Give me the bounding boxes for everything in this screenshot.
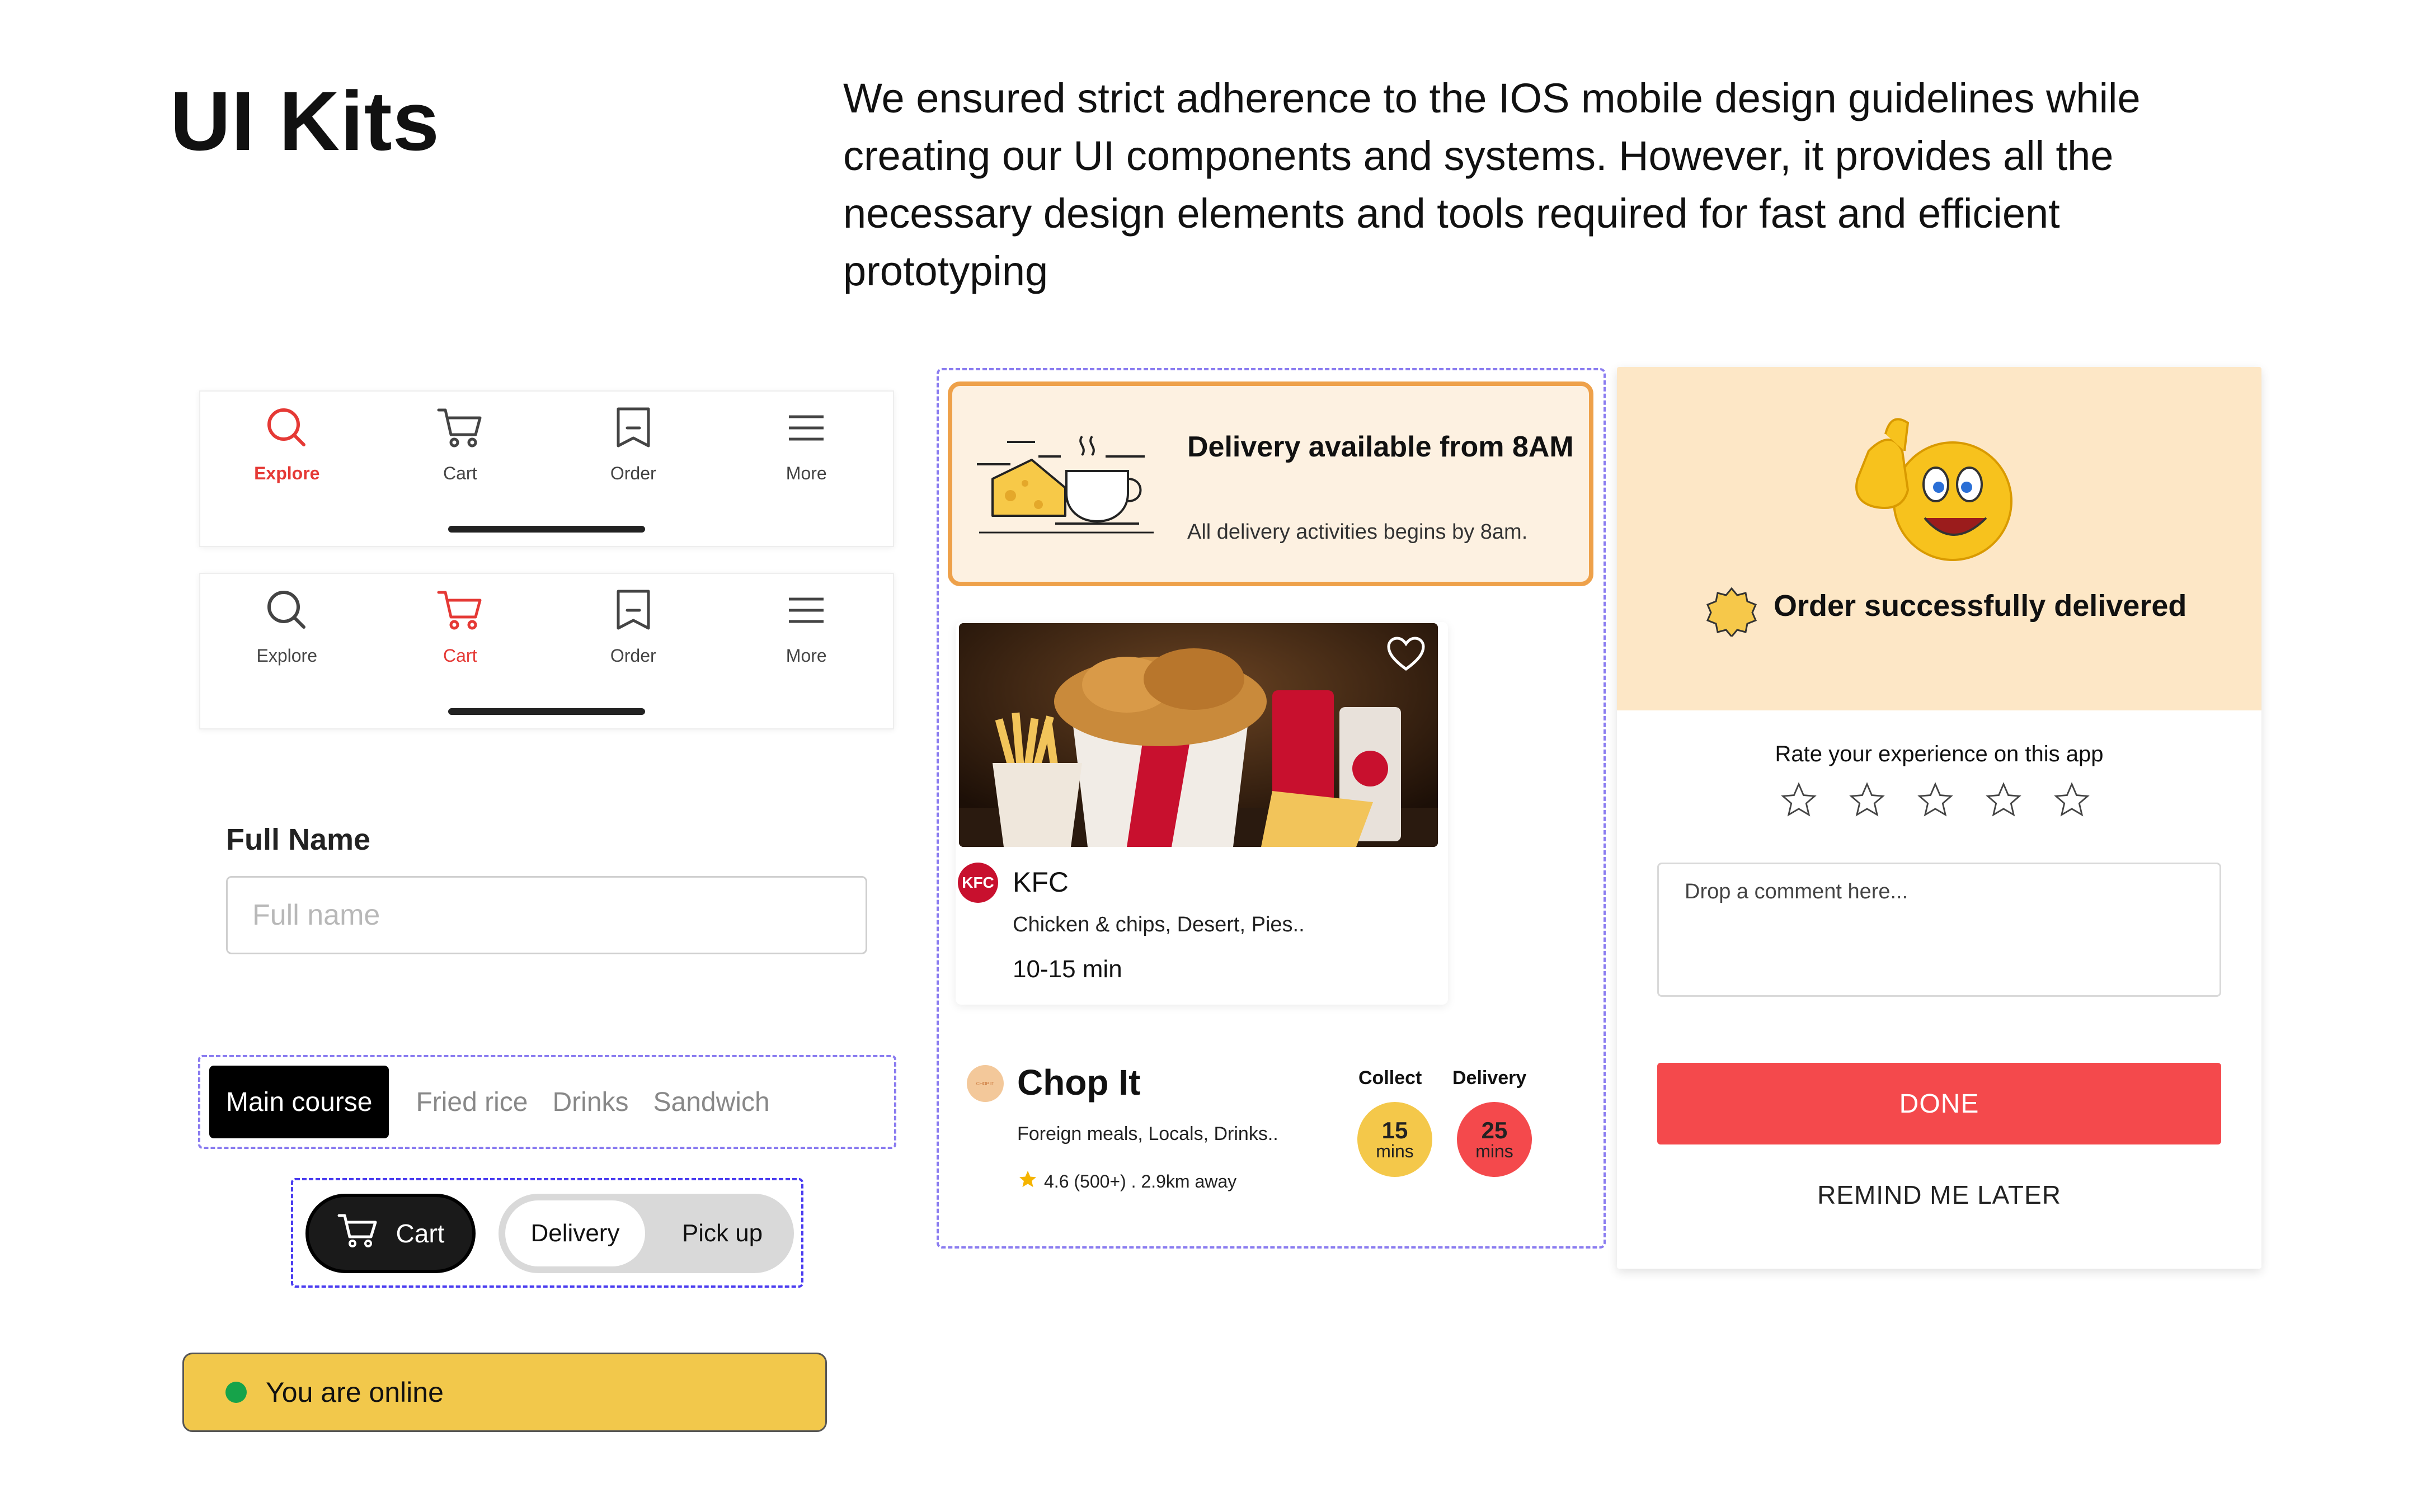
restaurant-card-kfc[interactable]: KFC KFC Chicken & chips, Desert, Pies.. … (956, 622, 1448, 1005)
tab-order[interactable]: Order (547, 574, 720, 697)
restaurant-row-chop-it[interactable]: CHOP IT Chop It Foreign meals, Locals, D… (967, 1052, 1537, 1219)
tab-explore[interactable]: Explore (200, 574, 374, 697)
cart-icon (337, 1212, 379, 1255)
online-status-banner: You are online (182, 1353, 827, 1432)
star-icon[interactable] (1779, 781, 1818, 822)
order-icon (608, 585, 659, 635)
tab-label: More (786, 463, 827, 483)
rating-card-title: Order successfully delivered (1774, 589, 2187, 623)
search-icon (262, 403, 312, 453)
toggle-delivery[interactable]: Delivery (505, 1200, 645, 1266)
tab-cart[interactable]: Cart (374, 574, 547, 697)
menu-icon (781, 403, 831, 453)
home-indicator (448, 708, 645, 715)
toggle-pickup[interactable]: Pick up (659, 1200, 786, 1266)
star-rating (1779, 781, 2091, 822)
cart-button-label: Cart (396, 1219, 445, 1248)
menu-icon (781, 585, 831, 635)
rating-card-banner: Order successfully delivered (1617, 367, 2261, 710)
delivery-notice-subtitle: All delivery activities begins by 8am. (1187, 520, 1528, 544)
online-status-text: You are online (266, 1377, 444, 1408)
tab-label: More (786, 646, 827, 666)
category-chips: Main course Fried rice Drinks Sandwich (198, 1055, 896, 1149)
chip-fried-rice[interactable]: Fried rice (416, 1066, 528, 1138)
star-icon[interactable] (1847, 781, 1887, 822)
page-description: We ensured strict adherence to the IOS m… (843, 75, 2141, 294)
tab-more[interactable]: More (720, 574, 894, 697)
tab-label: Cart (443, 646, 477, 666)
cart-icon (435, 403, 485, 453)
coffee-cheese-icon (977, 434, 1162, 538)
tab-cart[interactable]: Cart (374, 392, 547, 515)
remind-me-later-button[interactable]: REMIND ME LATER (1657, 1172, 2221, 1217)
chip-sandwich[interactable]: Sandwich (653, 1066, 770, 1138)
done-button[interactable]: DONE (1657, 1063, 2221, 1144)
home-indicator (448, 526, 645, 533)
cart-button[interactable]: Cart (305, 1194, 476, 1273)
tab-more[interactable]: More (720, 392, 894, 515)
bottom-tabbar-explore-active: Explore Cart Order More (199, 390, 894, 547)
tab-explore[interactable]: Explore (200, 392, 374, 515)
delivery-time-badge: 25 mins (1457, 1102, 1532, 1177)
delivery-pickup-toggle: Delivery Pick up (499, 1194, 794, 1273)
online-dot-icon (225, 1382, 247, 1403)
page-title: UI Kits (170, 74, 440, 168)
cart-delivery-group: Cart Delivery Pick up (291, 1178, 803, 1288)
restaurant-tags: Foreign meals, Locals, Drinks.. (1017, 1123, 1278, 1144)
restaurant-name: KFC (1013, 866, 1069, 898)
tab-label: Explore (254, 463, 320, 483)
thumbs-up-emoji-icon (1852, 412, 2020, 571)
kfc-logo: KFC (958, 863, 998, 903)
tab-label: Explore (256, 646, 318, 666)
success-badge-icon (1706, 586, 1757, 639)
tab-order[interactable]: Order (547, 392, 720, 515)
full-name-input[interactable] (226, 876, 867, 954)
chip-main-course[interactable]: Main course (209, 1066, 389, 1138)
collect-time-badge: 15 mins (1357, 1102, 1432, 1177)
restaurant-tags: Chicken & chips, Desert, Pies.. (1013, 913, 1305, 936)
full-name-label: Full Name (226, 823, 371, 856)
food-photo (959, 623, 1438, 847)
star-icon[interactable] (1916, 781, 1955, 822)
collect-label: Collect (1358, 1067, 1422, 1089)
tab-label: Cart (443, 463, 477, 483)
order-icon (608, 403, 659, 453)
cart-icon (435, 585, 485, 635)
order-rating-card: Order successfully delivered Rate your e… (1617, 367, 2261, 1269)
rating-question: Rate your experience on this app (1775, 742, 2104, 766)
delivery-notice-title: Delivery available from 8AM (1187, 431, 1574, 463)
star-icon[interactable] (1984, 781, 2023, 822)
delivery-notice-card: Delivery available from 8AM All delivery… (948, 381, 1593, 586)
tab-label: Order (610, 463, 656, 483)
chip-drinks[interactable]: Drinks (553, 1066, 629, 1138)
comment-field[interactable] (1657, 863, 2221, 997)
delivery-label: Delivery (1452, 1067, 1527, 1089)
search-icon (262, 585, 312, 635)
restaurant-name: Chop It (1017, 1062, 1141, 1103)
star-icon[interactable] (2052, 781, 2091, 822)
star-icon (1017, 1169, 1038, 1194)
bottom-tabbar-cart-active: Explore Cart Order More (199, 573, 894, 729)
restaurant-rating: 4.6 (500+) . 2.9km away (1017, 1169, 1236, 1194)
chop-it-logo: CHOP IT (967, 1065, 1004, 1102)
favorite-heart-icon[interactable] (1386, 637, 1426, 675)
delivery-time: 10-15 min (1013, 955, 1122, 983)
tab-label: Order (610, 646, 656, 666)
